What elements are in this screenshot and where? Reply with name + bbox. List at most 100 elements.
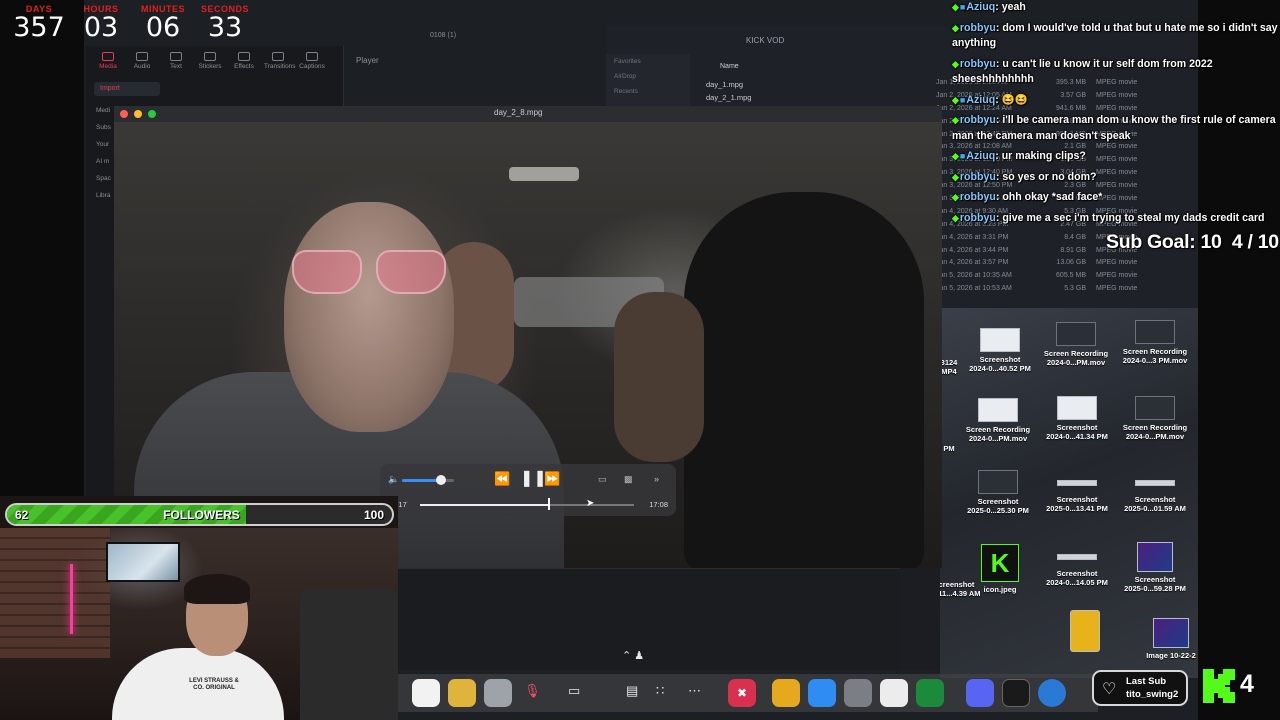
rewind-button[interactable]: ⏪ (494, 471, 510, 487)
desktop-drive[interactable] (1046, 610, 1124, 655)
chat-text: ur making clips? (1001, 150, 1086, 162)
chat-message: ◆■Aziuq: ur making clips? (952, 150, 1086, 162)
chat-username: robbyu (959, 114, 996, 126)
countdown-seconds: SECONDS 33 (200, 4, 249, 43)
settings-icon[interactable] (844, 679, 872, 707)
finder-row[interactable]: Jan 5, 2026 at 10:53 AM 5.3 GB MPEG movie (936, 282, 1196, 295)
browser-icon[interactable] (1038, 679, 1066, 707)
screen-share-off-icon[interactable]: ▭ (568, 683, 580, 699)
discord-icon[interactable] (966, 679, 994, 707)
passenger (614, 292, 704, 462)
desktop-file[interactable]: Screenshot 2025-0...25.30 PM (959, 470, 1037, 515)
desktop-file[interactable]: Screenshot 2024-0...14.05 PM (1038, 544, 1116, 587)
editor-window-title: 0108 (1) (430, 32, 457, 39)
more-icon[interactable]: ⋯ (688, 683, 701, 699)
chat-message: ◆■Aziuq: 😆😆 (952, 93, 1029, 106)
finder-file-row[interactable]: day_2_1.mpg (706, 93, 751, 102)
finder-cell-date: Jan 4, 2026 at 3:57 PM (936, 259, 1009, 267)
notes-icon[interactable] (448, 679, 476, 707)
desktop-file[interactable]: Image 10-22-2 (1132, 618, 1210, 660)
desktop-file[interactable]: Screenshot 2025-0...13.41 PM (1038, 470, 1116, 513)
mic-off-icon[interactable]: 🎙 (524, 683, 541, 699)
scrubber-playhead[interactable] (548, 498, 551, 510)
webcam-feed: LEVI STRAUSS & CO. ORIGINAL (0, 496, 398, 720)
finder-row[interactable]: Jan 4, 2026 at 3:57 PM 13.06 GB MPEG movie (936, 256, 1196, 269)
xbox-icon[interactable] (916, 679, 944, 707)
chat-message: ◆robbyu: u can't lie u know it ur self d… (952, 57, 1213, 86)
picture-in-picture-icon[interactable]: ▩ (624, 474, 633, 485)
capcut-icon[interactable] (1002, 679, 1030, 707)
desktop-file[interactable]: Screenshot 2024-0...40.52 PM (961, 328, 1039, 373)
finder-cell-date: Jan 4, 2026 at 3:44 PM (936, 246, 1009, 254)
calendar-icon[interactable] (412, 679, 440, 707)
finder-cell-size: 5.3 GB (1064, 285, 1086, 293)
desktop-file-icon-jpeg[interactable]: Kicon.jpeg (961, 544, 1039, 594)
grid-icon[interactable]: ∷ (656, 683, 664, 699)
airplay-icon[interactable]: ▭ (598, 474, 607, 485)
desktop-file[interactable]: Screenshot 2024-0...41.34 PM (1038, 396, 1116, 441)
tab-effects[interactable]: Effects (230, 52, 258, 70)
finder-sidebar-heading: Favorites (614, 58, 641, 65)
photos-icon[interactable] (880, 679, 908, 707)
finder-cell-kind: MPEG movie (1096, 259, 1138, 267)
pause-button[interactable]: ❚❚ (520, 468, 547, 488)
scrubber-track[interactable] (420, 504, 634, 506)
finder-column-name[interactable]: Name (720, 63, 739, 70)
finder-row[interactable]: Jan 5, 2026 at 10:35 AM 605.5 MB MPEG movi… (936, 269, 1196, 282)
neon-light (70, 564, 73, 634)
last-sub-user: tito_swing2 (1126, 689, 1179, 700)
desktop-file[interactable]: Screen Recording 2024-0...3 PM.mov (1116, 320, 1194, 365)
desktop-strip (900, 568, 940, 670)
finder-cell-size: 605.5 MB (1056, 272, 1086, 280)
file-thumbnail (1137, 542, 1173, 572)
followers-label: FOLLOWERS (163, 508, 240, 522)
finder-sidebar-item-airdrop[interactable]: AirDrop (606, 69, 690, 84)
share-chevrons-icon[interactable]: » (654, 474, 659, 484)
stream-screen: 0108 (1) Media Audio Text Stickers Effec… (0, 0, 1280, 720)
tab-transitions[interactable]: Transitions (264, 52, 296, 70)
remaining-time: 17:08 (649, 500, 668, 509)
close-window-button[interactable] (120, 110, 128, 118)
chevron-up-icon[interactable]: ⌃ ♟ (622, 649, 644, 662)
finder-sidebar-item-recents[interactable]: Recents (606, 84, 690, 99)
editor-timeline-panel: ⌃ ♟ (398, 568, 900, 670)
chat-username: robbyu (959, 191, 996, 203)
brick-wall (0, 528, 110, 658)
pencil-icon[interactable] (772, 679, 800, 707)
stage-icon[interactable]: ▤ (626, 683, 638, 699)
kick-logo-icon (1203, 669, 1235, 703)
desktop-file[interactable]: Screenshot 2025-0...59.28 PM (1116, 542, 1194, 593)
fast-forward-button[interactable]: ⏩ (544, 471, 560, 487)
finder-cell-kind: MPEG movie (1096, 285, 1138, 293)
finder-icon[interactable] (484, 679, 512, 707)
chat-text: 😆😆 (1001, 93, 1029, 106)
kick-logo-icon: K (981, 544, 1019, 582)
vip-badge-icon: ■ (959, 94, 966, 105)
drive-icon (1070, 610, 1100, 652)
finder-file-row[interactable]: day_1.mpg (706, 80, 743, 89)
chat-text: dom I would've told u that but u hate me… (952, 21, 1278, 50)
volume-knob[interactable] (436, 475, 446, 485)
driver-face (284, 202, 454, 432)
tab-captions[interactable]: Captions (298, 52, 326, 70)
chat-username: Aziuq (966, 93, 996, 106)
desktop-file[interactable]: Screen Recording 2024-0...PM.mov (1037, 322, 1115, 367)
chat-text: give me a sec i'm trying to steal my dad… (1002, 211, 1265, 224)
desktop-file[interactable]: Screen Recording 2024-0...PM.mov (1116, 396, 1194, 441)
tab-audio[interactable]: Audio (128, 52, 156, 70)
zoom-window-button[interactable] (148, 110, 156, 118)
tab-media[interactable]: Media (94, 52, 122, 70)
finder-title: KICK VOD (746, 36, 785, 45)
file-thumbnail (1135, 320, 1175, 344)
tab-text[interactable]: Text (162, 52, 190, 70)
volume-icon[interactable]: 🔈 (388, 474, 399, 485)
desktop-file[interactable]: Screen Recording 2024-0...PM.mov (959, 398, 1037, 443)
volume-slider[interactable] (402, 479, 454, 482)
appstore-icon[interactable] (808, 679, 836, 707)
minimize-window-button[interactable] (134, 110, 142, 118)
tab-stickers[interactable]: Stickers (196, 52, 224, 70)
import-button[interactable]: Import (94, 82, 160, 96)
desktop-file[interactable]: Screenshot 2025-0...01.59 AM (1116, 470, 1194, 513)
end-call-icon[interactable]: ✖ (728, 679, 756, 707)
mac-dock: 🎙 ▭ ▤ ∷ ⋯ ✖ (398, 674, 1098, 712)
